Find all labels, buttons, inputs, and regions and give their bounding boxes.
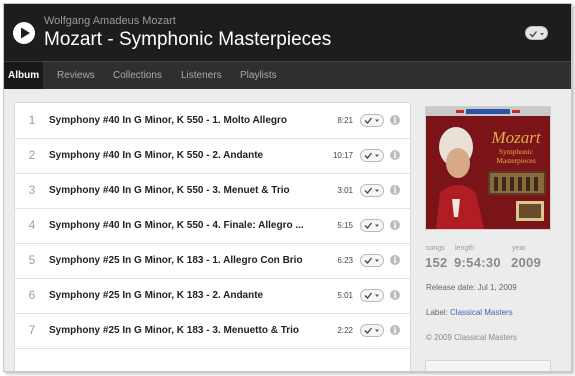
check-toggle-icon — [364, 327, 379, 334]
check-toggle-icon — [364, 152, 379, 159]
svg-text:Masterpieces: Masterpieces — [496, 156, 536, 165]
check-toggle-icon — [529, 31, 544, 38]
track-number: 3 — [28, 183, 36, 197]
track-number: 7 — [28, 323, 36, 337]
tab-listeners[interactable]: Listeners — [181, 62, 222, 89]
track-duration: 3:01 — [337, 186, 353, 195]
track-title[interactable]: Symphony #40 In G Minor, K 550 - 4. Fina… — [49, 208, 321, 243]
info-icon[interactable]: i — [390, 255, 400, 265]
track-title[interactable]: Symphony #40 In G Minor, K 550 - 1. Molt… — [49, 103, 321, 138]
album-title: Mozart - Symphonic Masterpieces — [44, 29, 332, 50]
info-icon[interactable]: i — [390, 325, 400, 335]
track-add-toggle[interactable] — [360, 219, 384, 232]
artist-name[interactable]: Wolfgang Amadeus Mozart — [44, 15, 176, 27]
songs-label: songs — [426, 245, 445, 252]
year-label: year — [512, 245, 526, 252]
track-number: 1 — [28, 113, 36, 127]
track-row[interactable]: 2 Symphony #40 In G Minor, K 550 - 2. An… — [15, 138, 410, 174]
songs-count: 152 — [425, 255, 448, 270]
track-duration: 10:17 — [332, 151, 353, 160]
track-row[interactable]: 7 Symphony #25 In G Minor, K 183 - 3. Me… — [15, 313, 410, 349]
track-list: 1 Symphony #40 In G Minor, K 550 - 1. Mo… — [14, 102, 411, 371]
track-row[interactable]: 5 Symphony #25 In G Minor, K 183 - 1. Al… — [15, 243, 410, 279]
sidebar-button[interactable] — [425, 360, 551, 371]
add-to-library-toggle[interactable] — [525, 26, 548, 40]
track-duration: 8:21 — [337, 116, 353, 125]
release-date: Release date: Jul 1, 2009 — [426, 283, 517, 292]
track-number: 4 — [28, 218, 36, 232]
copyright: © 2009 Classical Masters — [426, 333, 517, 342]
tab-album[interactable]: Album — [4, 62, 44, 89]
album-cover[interactable]: Mozart Symphonic Masterpieces — [425, 106, 551, 230]
track-duration: 6:23 — [337, 256, 353, 265]
track-row[interactable]: 6 Symphony #25 In G Minor, K 183 - 2. An… — [15, 278, 410, 314]
track-number: 2 — [28, 148, 36, 162]
track-title[interactable]: Symphony #25 In G Minor, K 183 - 3. Menu… — [49, 313, 321, 348]
track-title[interactable]: Symphony #40 In G Minor, K 550 - 2. Anda… — [49, 138, 321, 173]
record-label-link[interactable]: Classical Masters — [450, 308, 513, 317]
track-duration: 2:22 — [337, 326, 353, 335]
track-number: 6 — [28, 288, 36, 302]
info-icon[interactable]: i — [390, 290, 400, 300]
album-cover-art: Mozart Symphonic Masterpieces — [426, 107, 550, 229]
length-label: length — [455, 245, 475, 252]
info-icon[interactable]: i — [390, 115, 400, 125]
track-row[interactable]: 3 Symphony #40 In G Minor, K 550 - 3. Me… — [15, 173, 410, 209]
check-toggle-icon — [364, 257, 379, 264]
track-row[interactable]: 1 Symphony #40 In G Minor, K 550 - 1. Mo… — [15, 103, 410, 139]
info-icon[interactable]: i — [390, 220, 400, 230]
check-toggle-icon — [364, 222, 379, 229]
svg-text:Symphonic: Symphonic — [499, 147, 534, 156]
record-label: Label: Classical Masters — [426, 308, 513, 317]
track-add-toggle[interactable] — [360, 254, 384, 267]
track-add-toggle[interactable] — [360, 184, 384, 197]
album-header: Wolfgang Amadeus Mozart Mozart - Symphon… — [4, 4, 571, 61]
total-length: 9:54:30 — [454, 255, 501, 270]
play-button[interactable] — [13, 22, 35, 44]
track-duration: 5:15 — [337, 221, 353, 230]
track-add-toggle[interactable] — [360, 114, 384, 127]
track-add-toggle[interactable] — [360, 149, 384, 162]
check-toggle-icon — [364, 292, 379, 299]
cover-composer-text: Mozart — [490, 128, 541, 147]
play-icon — [21, 27, 30, 39]
record-label-prefix: Label: — [426, 308, 448, 317]
release-year: 2009 — [511, 255, 542, 270]
check-toggle-icon — [364, 187, 379, 194]
info-icon[interactable]: i — [390, 185, 400, 195]
track-add-toggle[interactable] — [360, 289, 384, 302]
album-tabs: Album Reviews Collections Listeners Play… — [4, 61, 571, 89]
track-duration: 5:01 — [337, 291, 353, 300]
track-row[interactable]: 4 Symphony #40 In G Minor, K 550 - 4. Fi… — [15, 208, 410, 244]
check-toggle-icon — [364, 117, 379, 124]
track-row-partial[interactable] — [15, 348, 410, 371]
track-add-toggle[interactable] — [360, 324, 384, 337]
tab-playlists[interactable]: Playlists — [240, 62, 277, 89]
track-title[interactable]: Symphony #25 In G Minor, K 183 - 2. Anda… — [49, 278, 321, 313]
app-window: Wolfgang Amadeus Mozart Mozart - Symphon… — [3, 3, 572, 372]
track-title[interactable]: Symphony #40 In G Minor, K 550 - 3. Menu… — [49, 173, 321, 208]
track-number: 5 — [28, 253, 36, 267]
track-title[interactable]: Symphony #25 In G Minor, K 183 - 1. Alle… — [49, 243, 321, 278]
tab-reviews[interactable]: Reviews — [57, 62, 95, 89]
info-icon[interactable]: i — [390, 150, 400, 160]
tab-collections[interactable]: Collections — [113, 62, 162, 89]
